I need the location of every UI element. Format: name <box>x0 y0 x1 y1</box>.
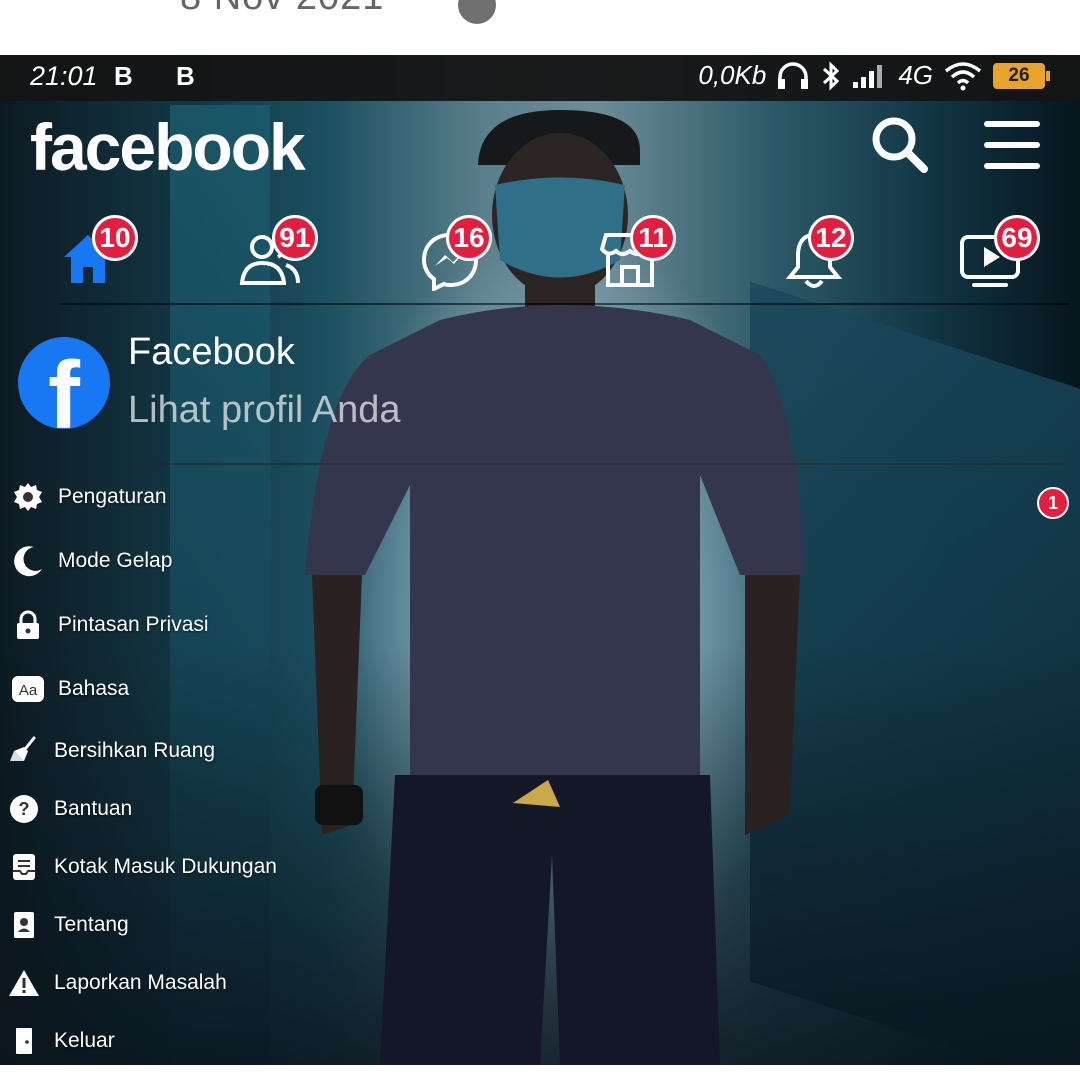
profile-subtitle: Lihat profil Anda <box>128 389 401 431</box>
status-time: 21:01 <box>30 61 98 91</box>
menu-item-language[interactable]: Aa Bahasa <box>10 667 129 711</box>
profile-name: Facebook <box>128 331 295 373</box>
battery-indicator: 26 <box>993 62 1045 89</box>
search-button[interactable] <box>868 113 932 177</box>
info-icon <box>6 907 42 943</box>
menu-item-label: Tentang <box>54 913 129 936</box>
badge-notifications: 12 <box>808 215 854 261</box>
menu-item-privacy-shortcuts[interactable]: Pintasan Privasi <box>10 603 209 647</box>
avatar: f <box>18 337 110 429</box>
tab-marketplace[interactable]: 11 <box>600 215 710 299</box>
bottom-strip <box>0 1065 1080 1080</box>
menu-item-label: Pengaturan <box>58 485 167 508</box>
menu-item-logout[interactable]: Keluar <box>6 1019 115 1063</box>
menu-item-label: Laporkan Masalah <box>54 971 227 994</box>
badge-friends: 91 <box>272 215 318 261</box>
menu-item-help[interactable]: ? Bantuan <box>6 787 132 831</box>
menu-item-label: Bersihkan Ruang <box>54 739 216 762</box>
menu-item-label: Keluar <box>54 1029 115 1052</box>
tab-notifications[interactable]: 12 <box>786 215 896 299</box>
help-icon: ? <box>6 791 42 827</box>
wifi-icon <box>944 61 982 90</box>
badge-watch: 69 <box>994 215 1040 261</box>
search-icon <box>872 117 928 173</box>
app-header: facebook <box>0 101 1080 201</box>
tab-home[interactable]: 10 <box>60 215 170 299</box>
network-type: 4G <box>898 60 933 90</box>
menu-item-label: Bahasa <box>58 677 130 700</box>
inbox-icon <box>6 849 42 885</box>
menu-item-support-inbox[interactable]: Kotak Masuk Dukungan <box>6 845 277 889</box>
avatar-letter: f <box>48 342 80 429</box>
badge-marketplace: 11 <box>630 215 676 261</box>
moon-icon <box>10 543 46 579</box>
warning-icon <box>6 965 42 1001</box>
settings-badge: 1 <box>1037 487 1069 519</box>
menu-item-report-problem[interactable]: Laporkan Masalah <box>6 961 227 1005</box>
headphones-icon <box>778 61 809 89</box>
hamburger-menu-icon <box>984 121 1040 169</box>
menu-item-clean-storage[interactable]: Bersihkan Ruang <box>6 729 215 773</box>
menu-item-label: Bantuan <box>54 797 133 820</box>
menu-item-label: Pintasan Privasi <box>58 613 209 636</box>
profile-link[interactable]: f Facebook Lihat profil Anda <box>18 331 718 441</box>
photo-date-strip: 8 Nov 2021 <box>0 0 1080 55</box>
status-bar: 21:01 B B 0,0Kb 4G 26 <box>0 55 1080 101</box>
photo-date: 8 Nov 2021 <box>180 0 384 19</box>
profile-divider <box>128 463 1063 465</box>
tab-divider <box>60 303 1070 305</box>
network-speed: 0,0Kb <box>698 60 767 90</box>
battery-cap <box>1046 70 1050 81</box>
tab-bar: 10 91 16 11 12 69 <box>0 215 1080 305</box>
menu-item-settings[interactable]: Pengaturan <box>10 475 167 519</box>
globe-icon <box>458 0 496 24</box>
menu-item-label: Kotak Masuk Dukungan <box>54 855 277 878</box>
menu-item-dark-mode[interactable]: Mode Gelap <box>10 539 172 583</box>
tab-friends[interactable]: 91 <box>238 215 348 299</box>
lock-icon <box>10 607 46 643</box>
tab-messenger[interactable]: 16 <box>420 215 530 299</box>
menu-item-about[interactable]: Tentang <box>6 903 129 947</box>
phone-screen: 21:01 B B 0,0Kb 4G 26 facebook 10 91 16 … <box>0 55 1080 1065</box>
language-icon: Aa <box>10 671 46 707</box>
badge-messenger: 16 <box>446 215 492 261</box>
signal-icon <box>853 64 883 88</box>
language-icon-text: Aa <box>19 682 38 699</box>
bluetooth-icon <box>823 60 840 91</box>
logout-icon <box>6 1023 42 1059</box>
gear-icon <box>10 479 46 515</box>
svg-text:?: ? <box>19 799 30 819</box>
menu-button[interactable] <box>980 113 1044 177</box>
status-notification-icons: B B <box>114 61 213 91</box>
menu-item-label: Mode Gelap <box>58 549 173 572</box>
badge-home: 10 <box>92 215 138 261</box>
tab-watch[interactable]: 69 <box>958 215 1068 299</box>
status-right-group: 0,0Kb 4G 26 <box>698 60 1050 91</box>
broom-icon <box>6 733 42 769</box>
facebook-logo[interactable]: facebook <box>30 109 306 185</box>
